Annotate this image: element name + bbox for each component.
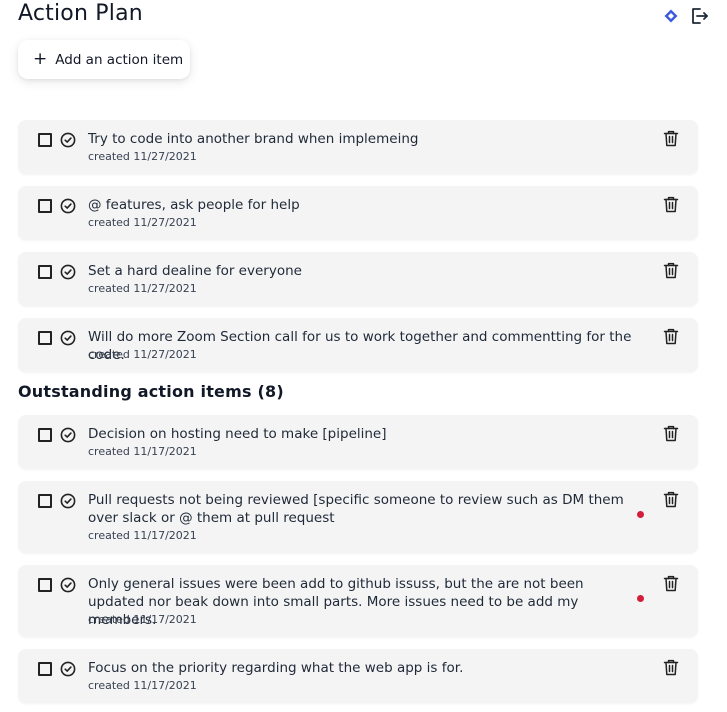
item-checkbox[interactable]: [38, 428, 52, 442]
page-title: Action Plan: [18, 1, 143, 26]
check-circle-icon[interactable]: [60, 264, 76, 284]
item-created-date: created 11/27/2021: [88, 216, 197, 229]
item-created-date: created 11/27/2021: [88, 150, 197, 163]
item-text: Set a hard dealine for everyone: [88, 263, 302, 279]
item-checkbox[interactable]: [38, 494, 52, 508]
trash-icon[interactable]: [663, 575, 679, 596]
trash-icon[interactable]: [663, 425, 679, 446]
item-created-date: created 11/17/2021: [88, 529, 197, 542]
outstanding-item-card: Pull requests not being reviewed [specif…: [18, 481, 698, 553]
item-created-date: created 11/17/2021: [88, 679, 197, 692]
item-created-date: created 11/27/2021: [88, 348, 197, 361]
trash-icon[interactable]: [663, 130, 679, 151]
trash-icon[interactable]: [663, 491, 679, 512]
check-circle-icon[interactable]: [60, 493, 76, 513]
trash-icon[interactable]: [663, 659, 679, 680]
item-checkbox[interactable]: [38, 265, 52, 279]
action-item-card: @ features, ask people for help created …: [18, 186, 698, 240]
item-text: Pull requests not being reviewed [specif…: [88, 492, 624, 526]
action-item-card: Set a hard dealine for everyone created …: [18, 252, 698, 306]
check-circle-icon[interactable]: [60, 132, 76, 152]
item-text: Decision on hosting need to make [pipeli…: [88, 426, 387, 442]
item-checkbox[interactable]: [38, 133, 52, 147]
item-created-date: created 11/27/2021: [88, 282, 197, 295]
add-action-item-button[interactable]: + Add an action item: [18, 40, 190, 79]
action-item-card: Will do more Zoom Section call for us to…: [18, 318, 698, 372]
item-created-date: created 11/17/2021: [88, 445, 197, 458]
item-created-date: created 11/17/2021: [88, 613, 197, 626]
plus-icon: +: [33, 49, 48, 69]
outstanding-item-card: Decision on hosting need to make [pipeli…: [18, 415, 698, 469]
action-item-card: Try to code into another brand when impl…: [18, 120, 698, 174]
add-action-item-label: Add an action item: [55, 51, 184, 68]
outstanding-heading: Outstanding action items (8): [18, 382, 284, 401]
check-circle-icon[interactable]: [60, 198, 76, 218]
check-circle-icon[interactable]: [60, 427, 76, 447]
check-circle-icon[interactable]: [60, 577, 76, 597]
outstanding-item-card: Only general issues were been add to git…: [18, 565, 698, 637]
check-circle-icon[interactable]: [60, 330, 76, 350]
check-circle-icon[interactable]: [60, 661, 76, 681]
item-checkbox[interactable]: [38, 662, 52, 676]
unread-indicator-dot: [637, 595, 644, 602]
trash-icon[interactable]: [663, 328, 679, 349]
unread-indicator-dot: [637, 511, 644, 518]
trash-icon[interactable]: [663, 196, 679, 217]
item-text: @ features, ask people for help: [88, 197, 300, 213]
item-checkbox[interactable]: [38, 331, 52, 345]
export-icon[interactable]: [689, 6, 709, 26]
item-text: Focus on the priority regarding what the…: [88, 660, 464, 676]
trash-icon[interactable]: [663, 262, 679, 283]
item-checkbox[interactable]: [38, 199, 52, 213]
outstanding-item-card: Focus on the priority regarding what the…: [18, 649, 698, 703]
item-checkbox[interactable]: [38, 578, 52, 592]
item-text: Try to code into another brand when impl…: [88, 131, 419, 147]
diamond-icon[interactable]: [663, 8, 679, 24]
header-actions: [663, 6, 709, 26]
